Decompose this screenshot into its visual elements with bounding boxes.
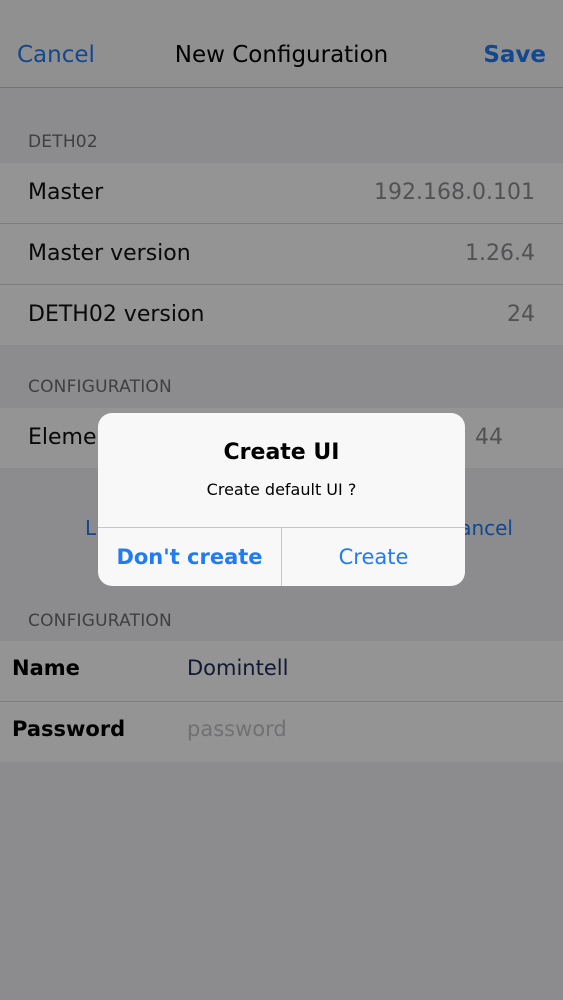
screen: Cancel New Configuration Save DETH02 Mas… bbox=[0, 0, 563, 1000]
dont-create-button[interactable]: Don't create bbox=[98, 527, 281, 586]
create-ui-alert: Create UI Create default UI ? Don't crea… bbox=[98, 413, 465, 586]
create-button[interactable]: Create bbox=[282, 527, 465, 586]
alert-title: Create UI bbox=[223, 440, 340, 465]
alert-message: Create default UI ? bbox=[206, 480, 357, 499]
